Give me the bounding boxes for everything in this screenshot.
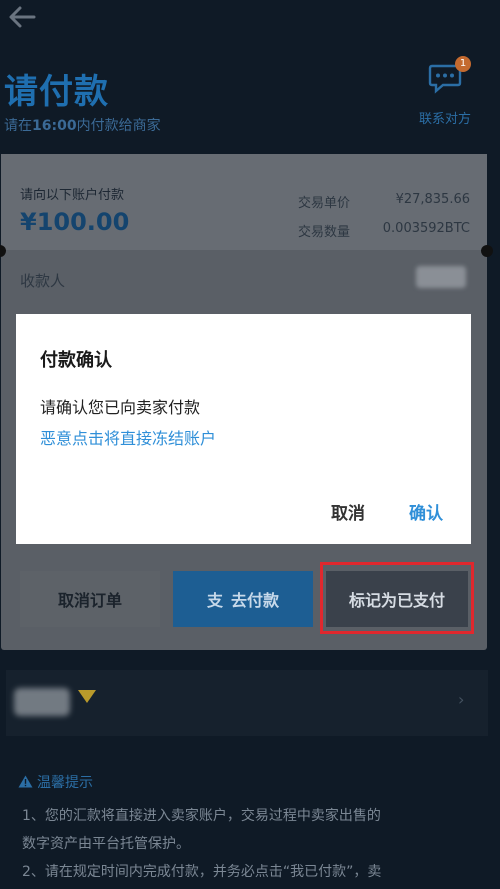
dialog-cancel-button[interactable]: 取消 xyxy=(320,497,376,525)
back-arrow-icon[interactable] xyxy=(6,2,40,32)
payee-name-redacted xyxy=(416,266,466,288)
tip-line: 2、请在规定时间内完成付款，并务必点击“我已付款”，卖 xyxy=(22,864,382,880)
dialog-warning: 恶意点击将直接冻结账户 xyxy=(40,429,217,448)
quantity-label: 交易数量 xyxy=(298,225,351,240)
cancel-order-button[interactable]: 取消订单 xyxy=(20,571,160,627)
payment-amount: ¥100.00 xyxy=(20,208,130,236)
go-pay-button[interactable]: 支去付款 xyxy=(173,571,313,627)
payment-deadline: 请在16:00内付款给商家 xyxy=(4,118,161,134)
contact-seller-button[interactable]: 1 联系对方 xyxy=(410,56,480,127)
tip-line: 数字资产由平台托管保护。 xyxy=(22,836,190,852)
go-pay-label: 去付款 xyxy=(231,591,280,610)
alipay-icon: 支 xyxy=(206,591,223,610)
payee-label: 收款人 xyxy=(20,272,66,290)
dialog-title: 付款确认 xyxy=(40,350,112,371)
tip-line: 1、您的汇款将直接进入卖家账户，交易过程中卖家出售的 xyxy=(22,808,381,824)
warning-icon xyxy=(18,775,33,788)
unit-price-value: ¥27,835.66 xyxy=(395,192,470,207)
seller-name-redacted xyxy=(14,688,70,716)
highlight-annotation xyxy=(320,562,474,634)
tips-title: 温馨提示 xyxy=(18,772,93,792)
card-notch-right xyxy=(481,245,493,257)
vip-badge-icon xyxy=(78,690,96,703)
payment-instruction: 请向以下账户付款 xyxy=(20,188,125,203)
contact-label: 联系对方 xyxy=(418,112,471,127)
quantity-value: 0.003592BTC xyxy=(382,221,470,236)
dialog-confirm-button[interactable]: 确认 xyxy=(398,497,454,525)
unread-badge: 1 xyxy=(455,56,471,72)
chevron-right-icon: › xyxy=(458,690,465,709)
unit-price-label: 交易单价 xyxy=(298,196,351,211)
seller-info-row[interactable] xyxy=(6,670,488,736)
page-title: 请付款 xyxy=(4,72,109,112)
dialog-message: 请确认您已向卖家付款 xyxy=(40,398,201,417)
